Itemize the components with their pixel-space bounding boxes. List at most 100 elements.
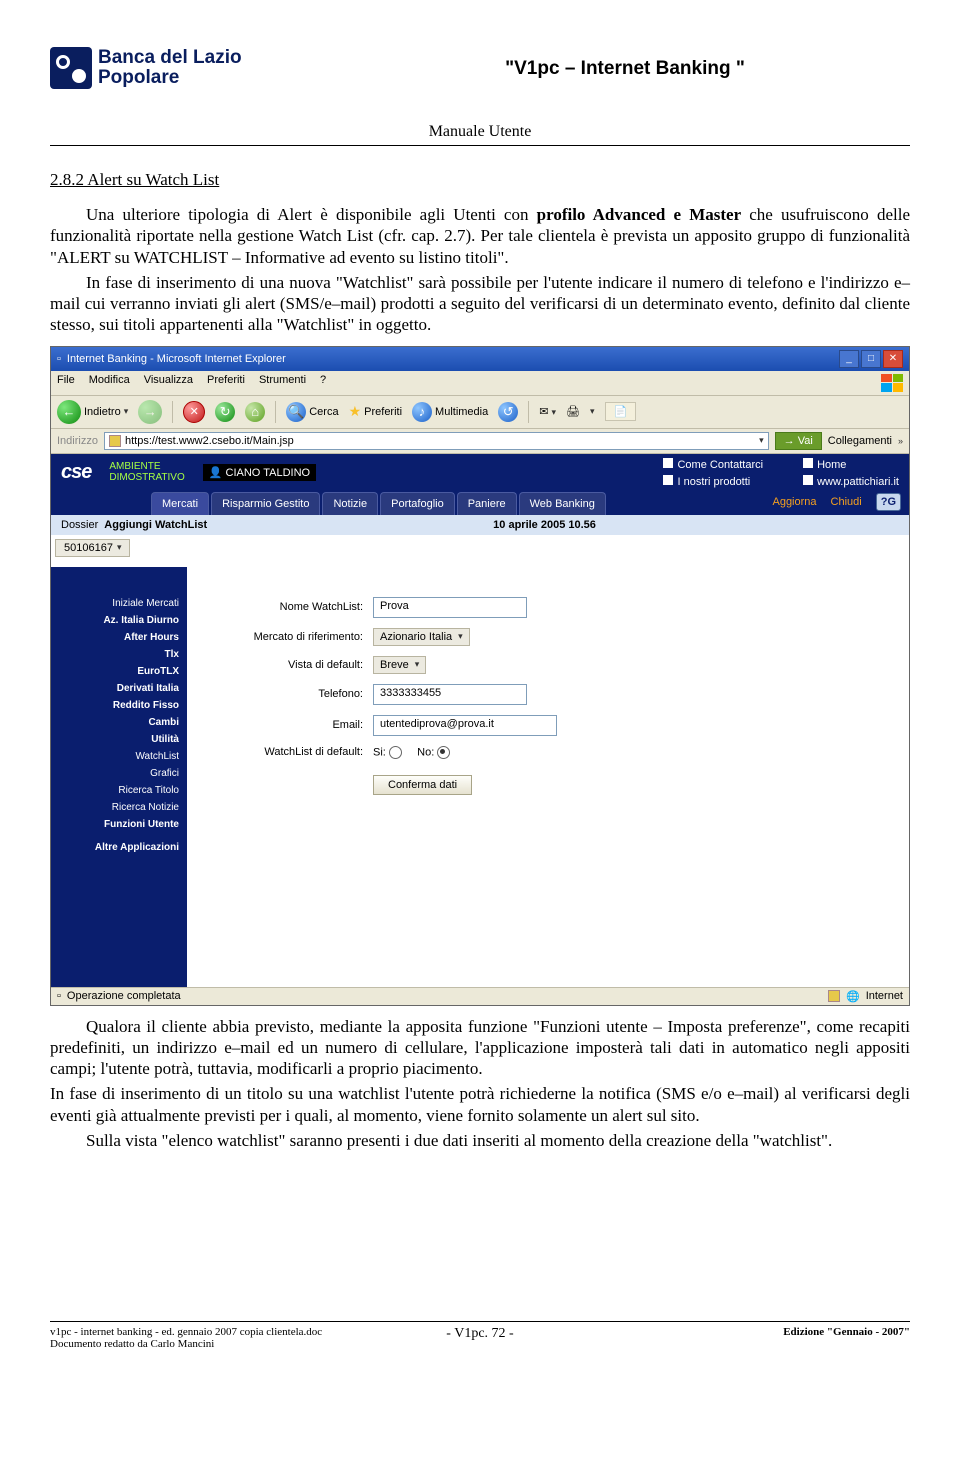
url-dropdown-icon[interactable]: ▾ [759,435,764,446]
ie-status-bar: ▫ Operazione completata 🌐 Internet [51,987,909,1005]
select-mercato[interactable]: Azionario Italia ▾ [373,628,470,646]
home-icon [803,458,813,468]
ie-menubar: File Modifica Visualizza Preferiti Strum… [51,371,909,396]
sidebar-item[interactable]: EuroTLX [59,663,179,680]
sidebar: Iniziale Mercati Az. Italia Diurno After… [51,567,187,987]
paragraph-2: In fase di inserimento di una nuova "Wat… [50,272,910,336]
edit-button[interactable]: 📄 [605,402,637,421]
search-button[interactable]: 🔍 Cerca [286,402,338,422]
label-vista: Vista di default: [203,659,373,671]
menu-help[interactable]: ? [320,374,326,392]
dossier-code-select[interactable]: 50106167 ▾ [55,539,130,557]
paragraph-4: In fase di inserimento di un titolo su u… [50,1083,910,1126]
cse-logo: cse [61,461,91,484]
menu-preferiti[interactable]: Preferiti [207,374,245,392]
window-close-button[interactable]: ✕ [883,350,903,368]
sidebar-item[interactable]: Reddito Fisso [59,697,179,714]
favorites-button[interactable]: ★ Preferiti [349,403,402,420]
menu-file[interactable]: File [57,374,75,392]
mail-button[interactable]: ✉ ▾ [539,405,556,418]
sidebar-item[interactable]: After Hours [59,629,179,646]
sidebar-item[interactable]: Az. Italia Diurno [59,612,179,629]
tab-risparmio[interactable]: Risparmio Gestito [211,492,320,515]
confirm-button[interactable]: Conferma dati [373,775,472,795]
back-button[interactable]: ← Indietro ▾ [57,400,128,424]
sidebar-item[interactable]: Iniziale Mercati [59,595,179,612]
refresh-button[interactable]: ↻ [215,402,235,422]
bank-name-line2: Popolare [98,67,179,88]
tab-portafoglio[interactable]: Portafoglio [380,492,455,515]
dossier-label: Dossier [61,519,98,531]
link-prodotti[interactable]: I nostri prodotti [663,475,763,488]
stop-button[interactable]: ✕ [183,401,205,423]
logo-mark-icon [50,47,92,89]
multimedia-label: Multimedia [435,406,488,418]
input-email[interactable]: utentediprova@prova.it [373,715,557,736]
page-footer: v1pc - internet banking - ed. gennaio 20… [50,1321,910,1350]
dossier-title: Aggiungi WatchList [104,519,207,531]
link-home[interactable]: Home [803,458,899,471]
contact-icon [663,458,673,468]
paragraph-1-open: Una ulteriore tipologia di Alert è dispo… [86,205,537,224]
status-zone: Internet [866,990,903,1002]
app-header-bar: cse AMBIENTE DIMOSTRATIVO 👤 CIANO TALDIN… [51,454,909,492]
status-lock-icon [828,990,840,1002]
go-button[interactable]: → Vai [775,432,822,450]
profilo-advanced-master: profilo Advanced e Master [537,205,741,224]
ambiente-line1: AMBIENTE [109,462,184,473]
radio-si[interactable] [389,746,402,759]
menu-strumenti[interactable]: Strumenti [259,374,306,392]
sidebar-item[interactable]: Utilità [59,731,179,748]
select-vista[interactable]: Breve ▾ [373,656,426,674]
sidebar-item[interactable]: Derivati Italia [59,680,179,697]
sidebar-item[interactable]: Cambi [59,714,179,731]
windows-logo-icon [881,374,903,392]
radio-si-label: Si: [373,746,386,758]
sidebar-item[interactable]: Altre Applicazioni [59,839,179,856]
input-nome-watchlist[interactable]: Prova [373,597,527,618]
embedded-screenshot: ▫ Internet Banking - Microsoft Internet … [50,346,910,1006]
sidebar-item[interactable]: Grafici [59,765,179,782]
label-nome-watchlist: Nome WatchList: [203,601,373,613]
sidebar-item[interactable]: Ricerca Titolo [59,782,179,799]
action-aggiorna[interactable]: Aggiorna [772,496,816,508]
print-button[interactable]: 🖨 [566,405,580,418]
search-icon: 🔍 [286,402,306,422]
sidebar-item[interactable]: Ricerca Notizie [59,799,179,816]
forward-button[interactable]: → [138,400,162,424]
bank-logo: Banca del Lazio Popolare [50,40,330,95]
bank-name-line1: Banca del Lazio [98,47,242,68]
address-input[interactable]: https://test.www2.csebo.it/Main.jsp ▾ [104,432,769,450]
home-button[interactable]: ⌂ [245,402,265,422]
multimedia-button[interactable]: ♪ Multimedia [412,402,488,422]
back-arrow-icon: ← [57,400,81,424]
ie-page-icon: ▫ [57,353,61,365]
input-telefono[interactable]: 3333333455 [373,684,527,705]
sidebar-item[interactable]: Tlx [59,646,179,663]
footer-filename: v1pc - internet banking - ed. gennaio 20… [50,1326,337,1338]
link-contattarci[interactable]: Come Contattarci [663,458,763,471]
ie-address-bar: Indirizzo https://test.www2.csebo.it/Mai… [51,429,909,454]
dossier-row: Dossier Aggiungi WatchList 10 aprile 200… [51,515,909,535]
go-label: Vai [798,435,813,447]
menu-modifica[interactable]: Modifica [89,374,130,392]
window-minimize-button[interactable]: _ [839,350,859,368]
tab-notizie[interactable]: Notizie [322,492,378,515]
tab-paniere[interactable]: Paniere [457,492,517,515]
help-button[interactable]: ?G [876,493,901,511]
chevron-down-icon: ▾ [117,542,122,553]
label-mercato: Mercato di riferimento: [203,631,373,643]
radio-no[interactable] [437,746,450,759]
window-maximize-button[interactable]: □ [861,350,881,368]
sidebar-item[interactable]: Funzioni Utente [59,816,179,833]
footer-edition: Edizione "Gennaio - 2007" [623,1326,910,1350]
sidebar-item[interactable]: WatchList [59,748,179,765]
menu-visualizza[interactable]: Visualizza [144,374,193,392]
link-pattichiari[interactable]: www.pattichiari.it [803,475,899,488]
action-chiudi[interactable]: Chiudi [831,496,862,508]
tab-mercati[interactable]: Mercati [151,492,209,515]
history-button[interactable]: ↺ [498,402,518,422]
tab-web-banking[interactable]: Web Banking [519,492,606,515]
links-label[interactable]: Collegamenti [828,435,892,447]
star-icon: ★ [349,403,362,420]
